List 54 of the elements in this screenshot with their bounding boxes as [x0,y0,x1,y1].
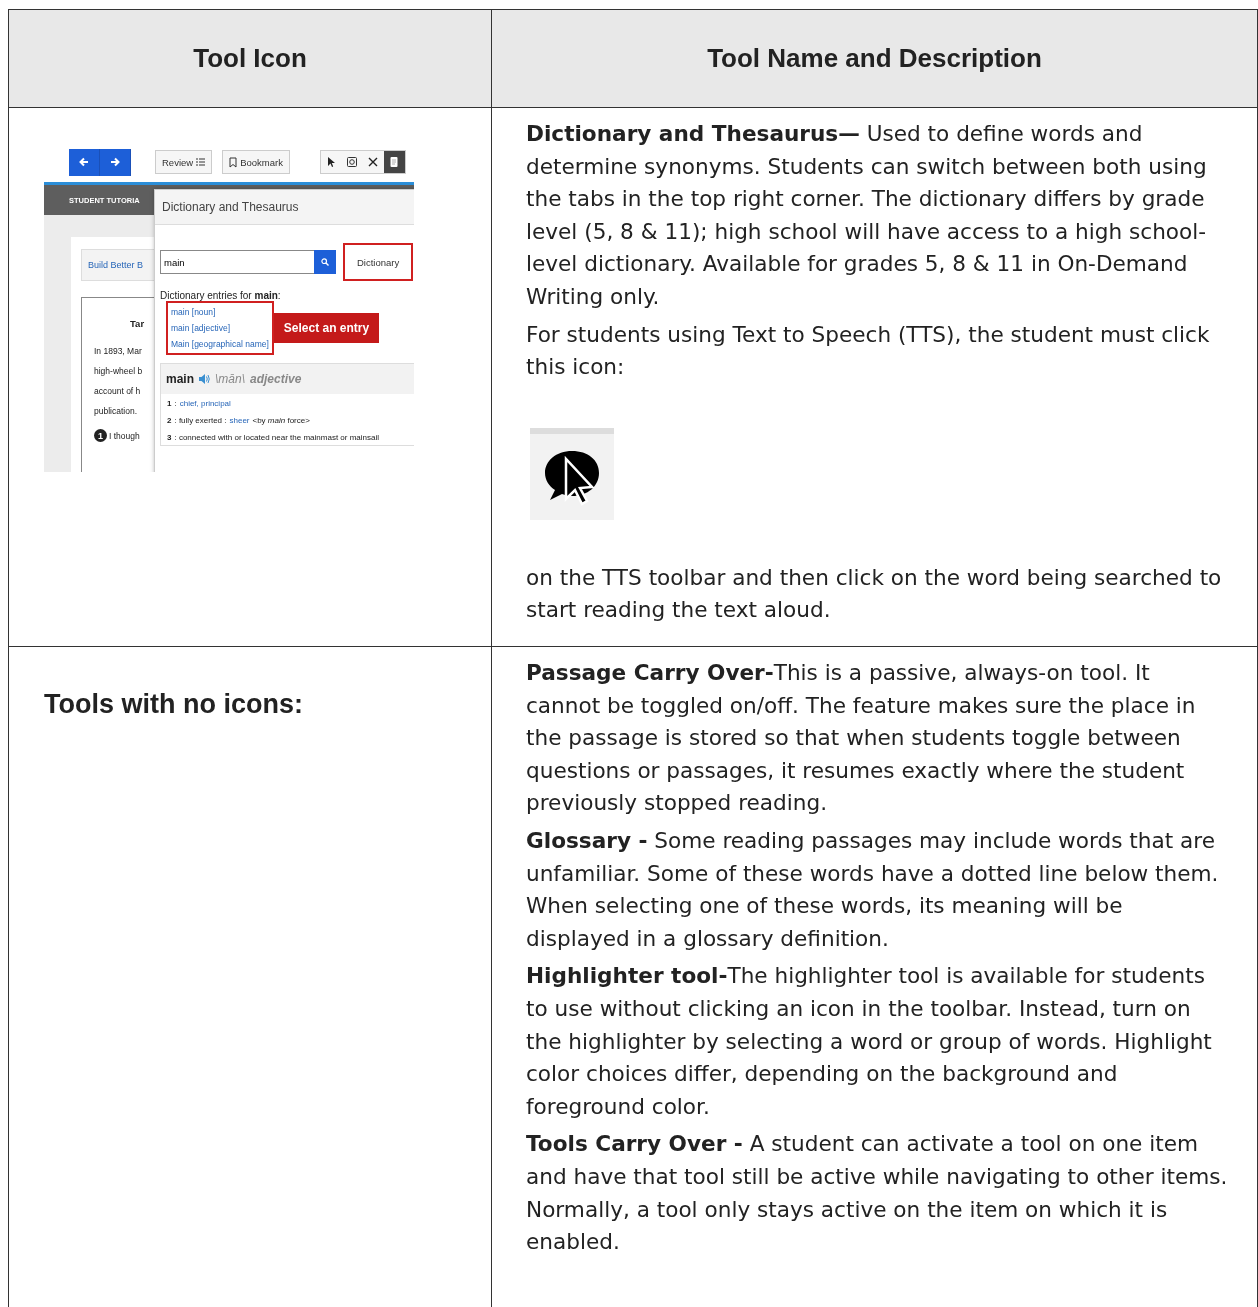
forward-button[interactable] [100,148,131,176]
entry-word: main [166,372,194,386]
pronunciation: \mān\ [215,372,246,386]
question-number: 1 [94,429,107,442]
description-text: Passage Carry Over-This is a passive, always-on tool. It cannot be toggled on/off. The feature makes sure the place in the passage is stored so that when students toggle between questions or passages, it resumes exactly where the student previously stopped reading. [526,659,1197,818]
definition-link[interactable]: chief, principal [179,399,231,408]
passage-text: publication. [94,405,137,418]
description-text: on the TTS toolbar and then click on the word being searched to start reading the text aloud. [526,563,1223,625]
tool-button[interactable] [383,151,405,173]
dialog-title: Dictionary and Thesaurus [155,190,414,225]
description-text: Glossary - Some reading passages may include words that are unfamiliar. Some of these words have a dotted line below them. When selecting one of these words, its meaning will be displayed in a glossary definition. [526,826,1220,953]
close-icon [367,156,380,168]
description-text: Dictionary and Thesaurus— Used to define words and determine synonyms. Students can switch between both using the tabs in the top right corner. The dictionary differs by grade level (5, 8 & 11); high school will have access to a high school-level dictionary. Available for grades 5, 8 & 11 in On-Demand Writing only. [526,120,1208,311]
passage-text: I though [109,430,140,441]
back-button[interactable] [69,148,100,176]
definition-text: : fully exerted : [174,416,227,425]
description-text: Tools Carry Over - A student can activate a tool on one item and have that tool still be active while navigating to other items. Normally, a tool only stays active on the item on which it is enabled. [526,1130,1229,1257]
definition-text: : connected with or located near the mainmast or mainsail [174,433,379,442]
search-button[interactable] [314,250,336,274]
passage-text: In 1893, Mar [94,345,142,358]
bookmark-icon [229,156,238,168]
review-button[interactable]: Review [155,150,213,174]
search-icon [321,258,329,266]
passage-text: high-wheel b [94,365,143,378]
search-field[interactable]: main [160,250,314,274]
description-text: Highlighter tool-The highlighter tool is available for students to use without clicking an icon in the toolbar. Instead, turn on the highlighter by selecting a word or group of words. Highlight color choices differ, depending on the background and foreground color. [526,962,1213,1121]
description-text: For students using Text to Speech (TTS), the student must click this icon: [526,320,1211,382]
masking-icon [346,156,359,168]
column-header: Tool Icon [9,10,492,107]
entry-link[interactable]: main [noun] [171,304,269,320]
dictionary-tab[interactable]: Dictionary [343,243,414,281]
callout-label: Select an entry [273,313,380,343]
definition-number: 3 [167,433,172,442]
bookmark-button[interactable]: Bookmark [222,150,290,174]
entry-link[interactable]: Main [geographical name] [171,336,269,352]
tool-button[interactable] [362,151,384,173]
tool-button[interactable] [320,151,342,173]
passage-text: account of h [94,385,141,398]
definition-text: <by main force> [252,416,310,425]
speaker-icon[interactable] [199,374,210,384]
definition-number: 2 [167,416,172,425]
definition-number: 1 [167,399,172,408]
entry-link[interactable]: main [adjective] [171,320,269,336]
left-arrow-icon [79,157,89,167]
definition-link[interactable]: sheer [229,416,250,425]
column-header: Tool Name and Description [706,42,1043,75]
row-label: Tools with no icons: [44,689,304,720]
entries-heading: Dictionary entries for main: [159,289,282,301]
list-icon [196,158,206,166]
right-arrow-icon [110,157,120,167]
notepad-icon [388,156,401,168]
passage-title: Tar [130,318,145,329]
definition-text: : [174,399,177,408]
part-of-speech: adjective [250,372,302,386]
